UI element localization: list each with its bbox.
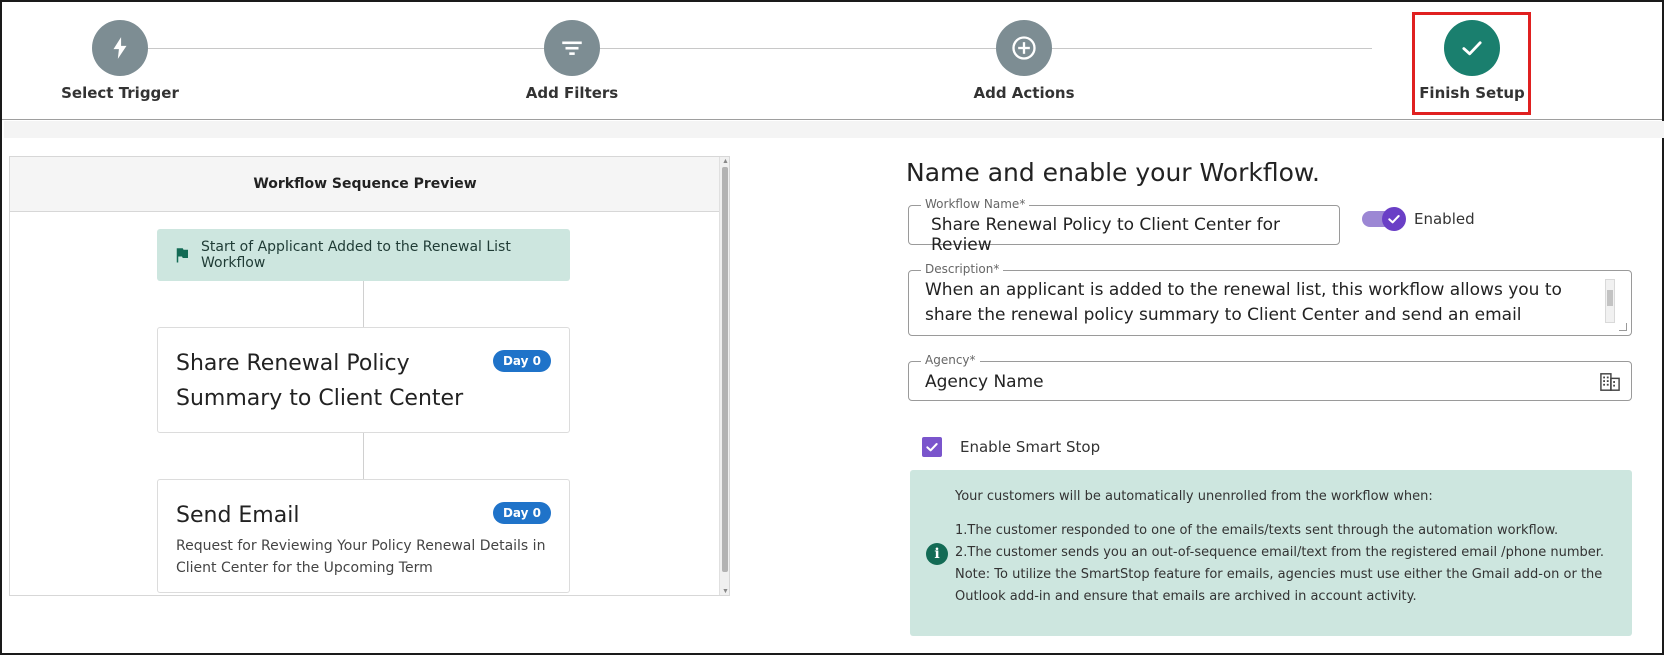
info-intro: Your customers will be automatically une… [955, 489, 1433, 504]
workflow-sequence-preview: Workflow Sequence Preview Start of Appli… [9, 156, 730, 596]
agency-field[interactable]: Agency* Agency Name [908, 353, 1632, 401]
step-add-filters[interactable]: Add Filters [492, 20, 652, 102]
action-title: Share Renewal Policy Summary to Client C… [176, 351, 464, 411]
finish-setup-highlight [1412, 12, 1531, 115]
step-select-trigger[interactable]: Select Trigger [40, 20, 200, 102]
info-icon: i [926, 543, 948, 565]
description-scrollbar[interactable] [1605, 279, 1615, 323]
info-note: Note: To utilize the SmartStop feature f… [955, 567, 1603, 604]
connector-line [363, 433, 364, 479]
smart-stop-checkbox[interactable] [922, 437, 942, 457]
divider-band [4, 121, 1664, 138]
toggle-label: Enabled [1414, 210, 1475, 228]
action-title: Send Email [176, 503, 300, 528]
workflow-name-field[interactable]: Workflow Name* Share Renewal Policy to C… [908, 197, 1340, 255]
building-icon[interactable] [1599, 372, 1621, 392]
day-badge: Day 0 [492, 350, 551, 372]
smart-stop-label: Enable Smart Stop [960, 438, 1101, 456]
connector-line [363, 281, 364, 327]
step-add-actions[interactable]: Add Actions [944, 20, 1104, 102]
start-node-label: Start of Applicant Added to the Renewal … [201, 239, 511, 271]
enabled-toggle[interactable]: Enabled [1362, 207, 1475, 231]
info-text: Your customers will be automatically une… [955, 486, 1615, 608]
workflow-setup-window: Select Trigger Add Filters Add Actions F… [0, 0, 1664, 655]
toggle-switch[interactable] [1362, 207, 1406, 231]
action-card-share-summary[interactable]: Share Renewal Policy Summary to Client C… [157, 327, 570, 433]
field-label: Description* [921, 262, 1004, 276]
scroll-thumb[interactable] [722, 167, 728, 572]
field-label: Agency* [921, 353, 980, 367]
lightning-icon [92, 20, 148, 76]
description-textarea[interactable]: When an applicant is added to the renewa… [925, 278, 1590, 330]
smart-stop-info-box: i Your customers will be automatically u… [910, 470, 1632, 636]
info-line-1: 1.The customer responded to one of the e… [955, 523, 1559, 538]
workflow-stepper: Select Trigger Add Filters Add Actions F… [2, 2, 1662, 120]
scroll-up-icon[interactable]: ▲ [722, 158, 729, 166]
flag-icon [173, 246, 191, 264]
day-badge: Day 0 [492, 502, 551, 524]
plus-circle-icon [996, 20, 1052, 76]
description-field[interactable]: Description* When an applicant is added … [908, 262, 1632, 336]
action-card-send-email[interactable]: Send Email Request for Reviewing Your Po… [157, 479, 570, 593]
step-label: Add Actions [973, 84, 1075, 102]
start-node: Start of Applicant Added to the Renewal … [157, 229, 570, 281]
info-line-2: 2.The customer sends you an out-of-seque… [955, 545, 1605, 560]
scroll-down-icon[interactable]: ▼ [722, 588, 729, 595]
filter-icon [544, 20, 600, 76]
preview-scrollbar[interactable]: ▲ ▼ [719, 157, 729, 595]
step-label: Select Trigger [61, 84, 179, 102]
agency-input[interactable]: Agency Name [925, 372, 1044, 392]
action-description: Request for Reviewing Your Policy Renewa… [176, 538, 546, 576]
smart-stop-checkbox-row[interactable]: Enable Smart Stop [922, 437, 1100, 457]
workflow-name-input[interactable]: Share Renewal Policy to Client Center fo… [931, 215, 1339, 255]
check-icon [1382, 207, 1406, 231]
stepper-line [122, 48, 1372, 49]
step-label: Add Filters [525, 84, 619, 102]
preview-header: Workflow Sequence Preview [10, 157, 720, 212]
form-title: Name and enable your Workflow. [906, 158, 1320, 187]
resize-grip-icon[interactable] [1619, 323, 1627, 331]
field-label: Workflow Name* [921, 197, 1030, 211]
